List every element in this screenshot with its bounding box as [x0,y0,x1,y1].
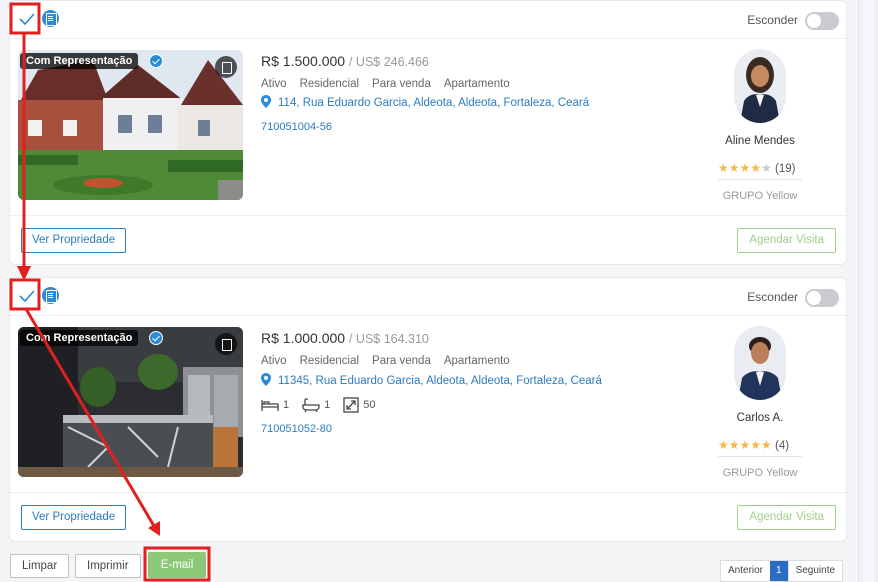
bed-icon [261,400,279,411]
bedrooms: 1 [261,398,289,412]
agent-name[interactable]: Carlos A. [695,412,825,424]
listing-address[interactable]: 11345, Rua Eduardo Garcia, Aldeota, Alde… [261,373,602,387]
agent-rating: ★★★★★ (19) [718,161,802,180]
agent-panel: Aline Mendes ★★★★★ (19) GRUPO Yellow [695,49,825,202]
listing-code[interactable]: 710051004-56 [261,121,332,133]
pagination-next[interactable]: Seguinte [787,561,842,581]
house-photo-image [18,50,243,200]
listing-card-footer: Ver Propriedade Agendar Visita [10,492,846,542]
agent-group: GRUPO Yellow [722,467,798,479]
scroll-thumb[interactable] [863,0,875,582]
hide-toggle[interactable] [805,289,839,307]
tag-status: Ativo [261,355,287,367]
agent-panel: Carlos A. ★★★★★ (4) GRUPO Yellow [695,326,825,479]
listing-tags: Ativo Residencial Para venda Apartamento [261,78,523,90]
pagination-page-1[interactable]: 1 [770,561,788,581]
document-icon[interactable] [42,10,59,27]
star-icon: ★★★★★ [718,438,772,452]
review-count: (19) [775,163,796,175]
select-checkbox[interactable] [15,7,39,31]
pagination-prev[interactable]: Anterior [721,561,770,581]
agent-group: GRUPO Yellow [722,190,798,202]
view-property-button[interactable]: Ver Propriedade [21,228,127,253]
hide-label: Esconder [747,13,798,27]
schedule-visit-button[interactable]: Agendar Visita [737,505,836,530]
tag-type: Residencial [299,355,360,367]
map-icon[interactable] [215,56,237,78]
tag-purpose: Para venda [372,355,431,367]
star-icon: ★★★★★ [718,161,772,175]
listing-price: R$ 1.000.000 / US$ 164.310 [261,330,429,346]
scrollbar[interactable] [858,0,878,582]
check-icon [19,13,35,26]
listing-price-usd: / US$ 164.310 [348,332,429,346]
listing-card-1: Esconder Com Representação R$ 1.500.000 … [9,0,847,265]
verified-icon [149,54,163,68]
area: 50 [343,397,376,413]
listing-card-2: Esconder Com Representação R$ 1.000.000 … [9,277,847,542]
tag-purpose: Para venda [372,78,431,90]
listing-card-header: Esconder [10,278,846,316]
avatar[interactable] [734,49,786,123]
print-button[interactable]: Imprimir [75,554,141,578]
property-photo[interactable]: Com Representação [18,327,243,477]
location-pin-icon [261,95,271,108]
review-count: (4) [775,440,790,452]
listing-card-header: Esconder [10,1,846,39]
email-button[interactable]: E-mail [148,552,206,578]
tag-category: Apartamento [443,78,510,90]
listing-price-usd: / US$ 246.466 [348,55,429,69]
agent-photo-image [734,49,786,123]
pagination: Anterior 1 Seguinte [720,560,844,582]
view-property-button[interactable]: Ver Propriedade [21,505,127,530]
hide-label: Esconder [747,290,798,304]
representation-badge: Com Representação [20,330,139,346]
listing-price: R$ 1.500.000 / US$ 246.466 [261,53,429,69]
avatar[interactable] [734,326,786,400]
agent-photo-image [734,326,786,400]
listing-address[interactable]: 114, Rua Eduardo Garcia, Aldeota, Aldeot… [261,95,589,109]
listing-code[interactable]: 710051052-80 [261,423,332,435]
listing-features: 1 1 50 [261,397,389,413]
bath-icon [302,398,320,412]
document-icon[interactable] [42,287,59,304]
check-icon [19,290,35,303]
select-checkbox[interactable] [15,284,39,308]
hide-toggle[interactable] [805,12,839,30]
verified-icon [149,331,163,345]
map-icon[interactable] [215,333,237,355]
listing-card-footer: Ver Propriedade Agendar Visita [10,215,846,265]
agent-name[interactable]: Aline Mendes [695,135,825,147]
clear-button[interactable]: Limpar [10,554,70,578]
tag-status: Ativo [261,78,287,90]
agent-rating: ★★★★★ (4) [718,438,802,457]
tag-category: Apartamento [443,355,510,367]
location-pin-icon [261,373,271,386]
kitchen-photo-image [18,327,243,477]
listing-tags: Ativo Residencial Para venda Apartamento [261,355,523,367]
bathrooms: 1 [302,398,330,412]
tag-type: Residencial [299,78,360,90]
property-photo[interactable]: Com Representação [18,50,243,200]
representation-badge: Com Representação [20,53,139,69]
schedule-visit-button[interactable]: Agendar Visita [737,228,836,253]
area-icon [343,397,359,413]
